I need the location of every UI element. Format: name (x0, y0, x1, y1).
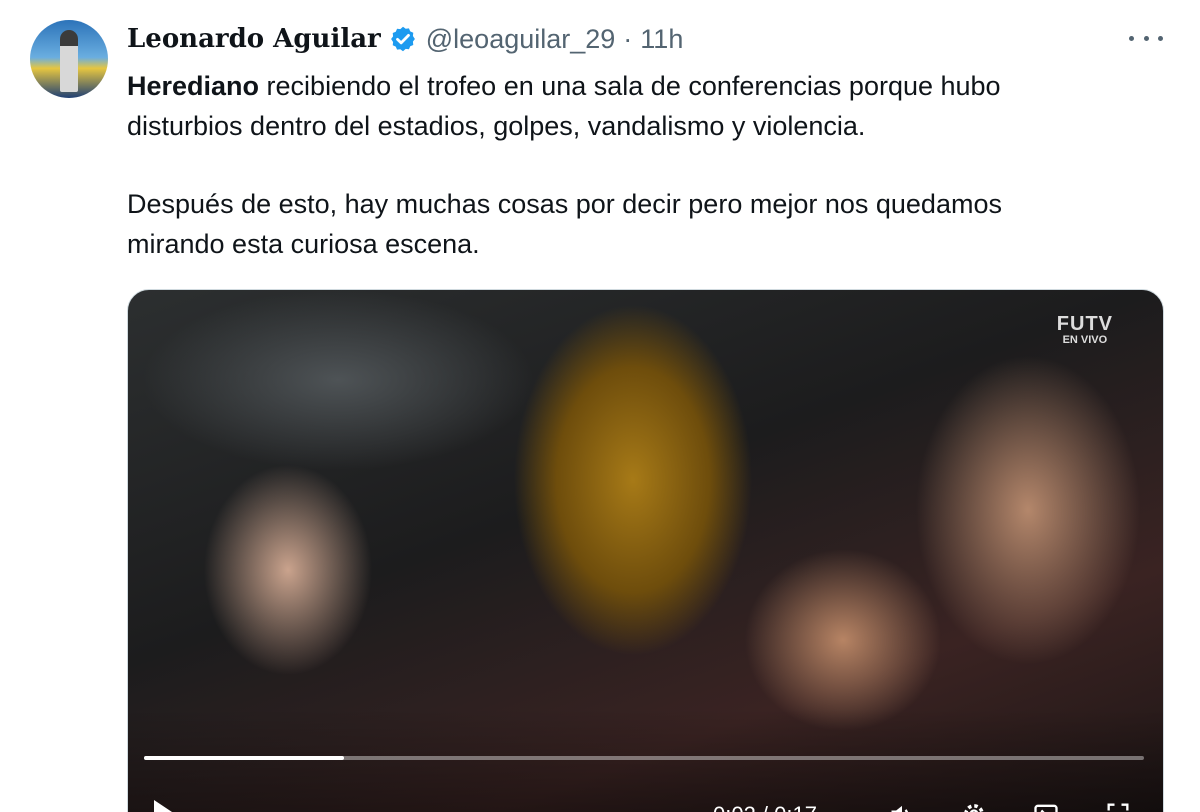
video-controls: 0:02 / 0:17 (128, 788, 1163, 812)
tweet-line-2: disturbios dentro del estadios, golpes, … (127, 111, 866, 141)
video-player[interactable]: FUTV EN VIVO 0:02 / 0:17 (127, 289, 1164, 812)
tweet-line-1: Herediano recibiendo el trofeo en una sa… (127, 66, 1167, 106)
watermark-live: EN VIVO (1062, 334, 1108, 346)
author-avatar[interactable] (30, 20, 108, 98)
tweet-card[interactable]: Leonardo Aguilar @leoaguilar_29 · 11h He… (0, 0, 1200, 812)
settings-icon[interactable] (960, 800, 988, 812)
pip-icon[interactable] (1032, 800, 1060, 812)
watermark-logo: FUTV (1056, 313, 1113, 335)
tweet-header: Leonardo Aguilar @leoaguilar_29 · 11h (127, 22, 683, 56)
team-name: Herediano (127, 71, 260, 101)
tweet-line-1-rest: recibiendo el trofeo en una sala de conf… (259, 71, 1001, 101)
fullscreen-icon[interactable] (1104, 800, 1132, 812)
more-options-icon[interactable] (1129, 26, 1163, 50)
volume-icon[interactable] (888, 800, 916, 812)
more-dot (1143, 35, 1149, 41)
verified-badge-icon (389, 25, 417, 53)
tweet-text: Herediano recibiendo el trofeo en una sa… (127, 66, 1167, 264)
channel-watermark: FUTV EN VIVO (1056, 313, 1113, 348)
author-name[interactable]: Leonardo Aguilar (127, 24, 381, 54)
tweet-timestamp[interactable]: 11h (640, 24, 683, 55)
more-dot (1158, 35, 1163, 41)
video-progress-fill (144, 756, 344, 760)
video-progress-bar[interactable] (144, 756, 1144, 760)
video-timecode: 0:02 / 0:17 (713, 802, 817, 812)
video-frame (128, 290, 1163, 812)
more-dot (1129, 35, 1134, 41)
play-icon[interactable] (154, 800, 172, 812)
author-handle[interactable]: @leoaguilar_29 (426, 24, 616, 55)
tweet-line-4: mirando esta curiosa escena. (127, 229, 480, 259)
tweet-line-3: Después de esto, hay muchas cosas por de… (127, 189, 1002, 219)
avatar-figure (60, 30, 78, 92)
separator-dot: · (623, 23, 633, 54)
